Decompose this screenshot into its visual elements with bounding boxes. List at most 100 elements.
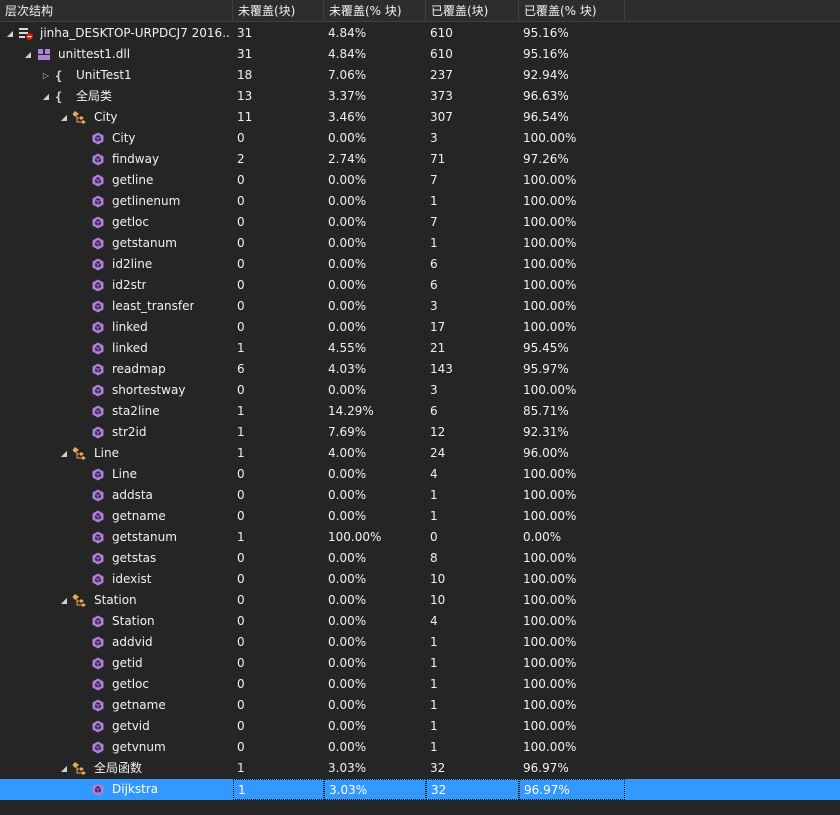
covered-percent-cell: 96.97% (523, 761, 569, 775)
uncovered-blocks-cell: 18 (237, 68, 253, 82)
node-label: idexist (112, 572, 152, 586)
method-icon (90, 488, 106, 503)
table-row[interactable]: ▷{ } UnitTest1 18 7.06% 237 92.94% (0, 65, 840, 86)
table-row[interactable]: shortestway 0 0.00% 3 100.00% (0, 380, 840, 401)
uncovered-percent-cell: 4.00% (328, 446, 367, 460)
table-row[interactable]: findway 2 2.74% 71 97.26% (0, 149, 840, 170)
uncovered-percent-cell: 3.03% (324, 779, 426, 800)
table-row[interactable]: ◢ 全局函数 1 3.03% 32 96.97% (0, 758, 840, 779)
node-label: linked (112, 341, 148, 355)
table-row[interactable]: sta2line 1 14.29% 6 85.71% (0, 401, 840, 422)
covered-blocks-cell: 3 (430, 299, 438, 313)
uncovered-percent-cell: 0.00% (328, 614, 367, 628)
uncovered-percent-cell: 4.03% (328, 362, 367, 376)
collapse-arrow-icon[interactable]: ◢ (22, 44, 34, 65)
table-row[interactable]: ◢ jinha_DESKTOP-URPDCJ7 2016... 31 4.84% 610… (0, 23, 840, 44)
table-row[interactable]: id2str 0 0.00% 6 100.00% (0, 275, 840, 296)
table-row[interactable]: ◢ City 11 3.46% 307 96.54% (0, 107, 840, 128)
table-row[interactable]: ◢ Line 1 4.00% 24 96.00% (0, 443, 840, 464)
hierarchy-cell: getstanum (0, 527, 233, 548)
covered-blocks-cell: 6 (430, 278, 438, 292)
table-row[interactable]: getvid 0 0.00% 1 100.00% (0, 716, 840, 737)
column-header-uncovered-percent[interactable]: 未覆盖(% 块) (324, 0, 426, 22)
hierarchy-cell: readmap (0, 359, 233, 380)
uncovered-blocks-cell: 0 (237, 299, 245, 313)
table-row[interactable]: getstas 0 0.00% 8 100.00% (0, 548, 840, 569)
uncovered-blocks-cell: 0 (237, 719, 245, 733)
covered-blocks-cell: 143 (430, 362, 453, 376)
table-row[interactable]: addvid 0 0.00% 1 100.00% (0, 632, 840, 653)
hierarchy-cell: ◢ Station (0, 590, 233, 611)
table-row[interactable]: getloc 0 0.00% 1 100.00% (0, 674, 840, 695)
covered-percent-cell: 96.54% (523, 110, 569, 124)
node-label: str2id (112, 425, 147, 439)
table-row[interactable]: getname 0 0.00% 1 100.00% (0, 695, 840, 716)
collapse-arrow-icon[interactable]: ◢ (40, 86, 52, 107)
table-row[interactable]: Dijkstra 1 3.03% 32 96.97% (0, 779, 840, 800)
covered-blocks-cell: 0 (430, 530, 438, 544)
method-icon (90, 362, 106, 377)
covered-percent-cell: 100.00% (523, 572, 577, 586)
uncovered-percent-cell: 3.03% (328, 761, 367, 775)
table-row[interactable]: id2line 0 0.00% 6 100.00% (0, 254, 840, 275)
table-row[interactable]: getlinenum 0 0.00% 1 100.00% (0, 191, 840, 212)
table-row[interactable]: Line 0 0.00% 4 100.00% (0, 464, 840, 485)
table-row[interactable]: getloc 0 0.00% 7 100.00% (0, 212, 840, 233)
covered-percent-cell: 100.00% (523, 614, 577, 628)
table-row[interactable]: least_transfer 0 0.00% 3 100.00% (0, 296, 840, 317)
uncovered-percent-cell: 0.00% (328, 572, 367, 586)
node-label: getname (112, 698, 166, 712)
covered-percent-cell: 95.97% (523, 362, 569, 376)
column-header-hierarchy[interactable]: 层次结构 (0, 0, 233, 22)
uncovered-blocks-cell: 0 (237, 572, 245, 586)
uncovered-blocks-cell: 0 (237, 131, 245, 145)
collapse-arrow-icon[interactable]: ◢ (58, 758, 70, 779)
covered-percent-cell: 97.26% (523, 152, 569, 166)
collapse-arrow-icon[interactable]: ◢ (58, 107, 70, 128)
table-row[interactable]: ◢ unittest1.dll 31 4.84% 610 95.16% (0, 44, 840, 65)
table-row[interactable]: getstanum 0 0.00% 1 100.00% (0, 233, 840, 254)
table-row[interactable]: readmap 6 4.03% 143 95.97% (0, 359, 840, 380)
node-label: getloc (112, 215, 149, 229)
table-row[interactable]: ◢ Station 0 0.00% 10 100.00% (0, 590, 840, 611)
table-row[interactable]: linked 0 0.00% 17 100.00% (0, 317, 840, 338)
uncovered-blocks-cell: 0 (237, 698, 245, 712)
covered-percent-cell: 100.00% (523, 509, 577, 523)
node-label: sta2line (112, 404, 160, 418)
expand-arrow-icon[interactable]: ▷ (40, 65, 52, 86)
collapse-arrow-icon[interactable]: ◢ (4, 23, 16, 44)
covered-blocks-cell: 6 (430, 404, 438, 418)
table-row[interactable]: getstanum 1 100.00% 0 0.00% (0, 527, 840, 548)
covered-percent-cell: 100.00% (523, 677, 577, 691)
method-icon (90, 341, 106, 356)
covered-percent-cell: 100.00% (523, 593, 577, 607)
covered-percent-cell: 100.00% (523, 488, 577, 502)
table-row[interactable]: addsta 0 0.00% 1 100.00% (0, 485, 840, 506)
table-row[interactable]: getid 0 0.00% 1 100.00% (0, 653, 840, 674)
method-icon (90, 194, 106, 209)
column-header-uncovered-blocks[interactable]: 未覆盖(块) (233, 0, 324, 22)
uncovered-percent-cell: 0.00% (328, 320, 367, 334)
table-row[interactable]: Station 0 0.00% 4 100.00% (0, 611, 840, 632)
node-label: getvid (112, 719, 150, 733)
assembly-icon (36, 47, 52, 62)
table-row[interactable]: City 0 0.00% 3 100.00% (0, 128, 840, 149)
covered-percent-cell: 96.63% (523, 89, 569, 103)
table-row[interactable]: linked 1 4.55% 21 95.45% (0, 338, 840, 359)
uncovered-percent-cell: 4.55% (328, 341, 367, 355)
table-row[interactable]: idexist 0 0.00% 10 100.00% (0, 569, 840, 590)
table-row[interactable]: str2id 1 7.69% 12 92.31% (0, 422, 840, 443)
collapse-arrow-icon[interactable]: ◢ (58, 443, 70, 464)
node-label: 全局函数 (94, 761, 143, 775)
table-row[interactable]: ◢{ } 全局类 13 3.37% 373 96.63% (0, 86, 840, 107)
collapse-arrow-icon[interactable]: ◢ (58, 590, 70, 611)
column-header-covered-blocks[interactable]: 已覆盖(块) (426, 0, 519, 22)
covered-blocks-cell: 71 (430, 152, 446, 166)
table-row[interactable]: getline 0 0.00% 7 100.00% (0, 170, 840, 191)
column-header-covered-percent[interactable]: 已覆盖(% 块) (519, 0, 625, 22)
hierarchy-cell: getvnum (0, 737, 233, 758)
hierarchy-cell: getname (0, 506, 233, 527)
table-row[interactable]: getvnum 0 0.00% 1 100.00% (0, 737, 840, 758)
covered-percent-cell: 100.00% (523, 131, 577, 145)
table-row[interactable]: getname 0 0.00% 1 100.00% (0, 506, 840, 527)
